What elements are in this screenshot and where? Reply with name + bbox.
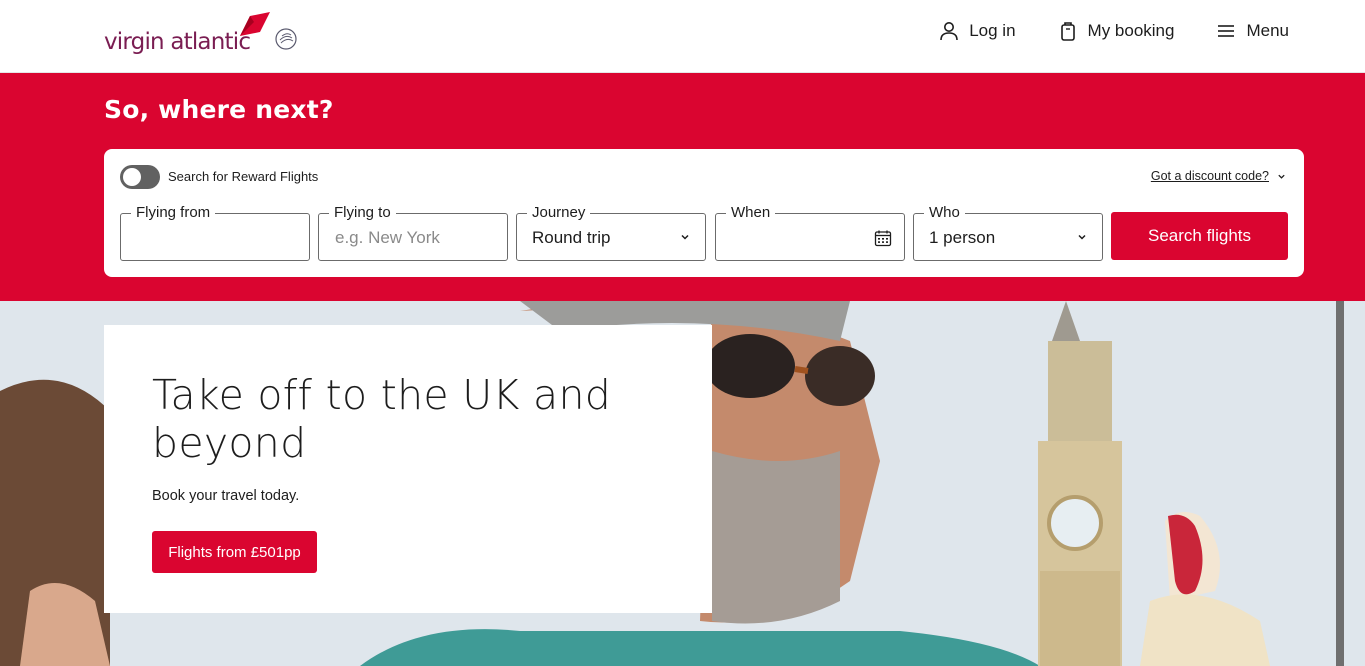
calendar-icon[interactable] [874,229,892,247]
reward-flights-toggle[interactable] [120,165,160,189]
hero-subtitle: Book your travel today. [152,488,300,504]
flying-to-field[interactable]: Flying to e.g. New York [318,205,508,261]
hero-promo-card: Take off to the UK and beyond Book your … [104,325,712,613]
when-label: When [726,205,776,221]
chevron-down-icon [681,234,689,240]
menu-label: Menu [1246,21,1289,40]
journey-label: Journey [527,205,591,221]
login-label: Log in [969,21,1016,40]
chevron-down-icon [1078,234,1086,240]
search-heading: So, where next? [104,95,334,124]
hero-title: Take off to the UK and beyond [152,371,612,467]
virgin-atlantic-logo[interactable]: virgin atlantic [104,12,270,55]
search-band: So, where next? Search for Reward Flight… [0,73,1365,301]
toggle-knob [123,168,141,186]
flying-to-label: Flying to [329,205,396,221]
reward-flights-label: Search for Reward Flights [168,169,319,184]
chevron-down-icon [1278,174,1285,179]
flying-from-field[interactable]: Flying from [120,205,310,261]
my-booking-link[interactable]: My booking [1057,20,1175,42]
journey-value: Round trip [532,228,611,247]
logo-wordmark: virgin atlantic [104,29,251,55]
flight-search-form: Search for Reward Flights Got a discount… [104,149,1304,277]
hamburger-icon [1218,25,1235,37]
menu-button[interactable]: Menu [1215,20,1289,42]
user-icon [940,22,959,41]
when-date-field[interactable]: When [715,205,905,261]
skyteam-alliance-icon [275,28,297,50]
login-link[interactable]: Log in [938,20,1016,42]
who-passengers-select[interactable]: Who 1 person [913,205,1103,261]
who-label: Who [924,205,965,221]
search-flights-button[interactable]: Search flights [1111,212,1288,260]
virgin-flag-icon [240,12,270,36]
discount-code-link[interactable]: Got a discount code? [1151,169,1286,183]
site-header: virgin atlantic Log in My booking Menu [0,0,1365,73]
who-value: 1 person [929,228,996,247]
flights-from-price-button[interactable]: Flights from £501pp [152,531,317,573]
hero-banner: Take off to the UK and beyond Book your … [0,301,1365,666]
bag-icon [1060,22,1075,41]
my-booking-label: My booking [1087,21,1175,40]
journey-select[interactable]: Journey Round trip [516,205,706,261]
header-nav: Log in My booking Menu [938,20,1289,42]
flying-from-label: Flying from [131,205,216,221]
discount-code-label: Got a discount code? [1150,169,1269,183]
flying-to-placeholder: e.g. New York [335,228,440,247]
